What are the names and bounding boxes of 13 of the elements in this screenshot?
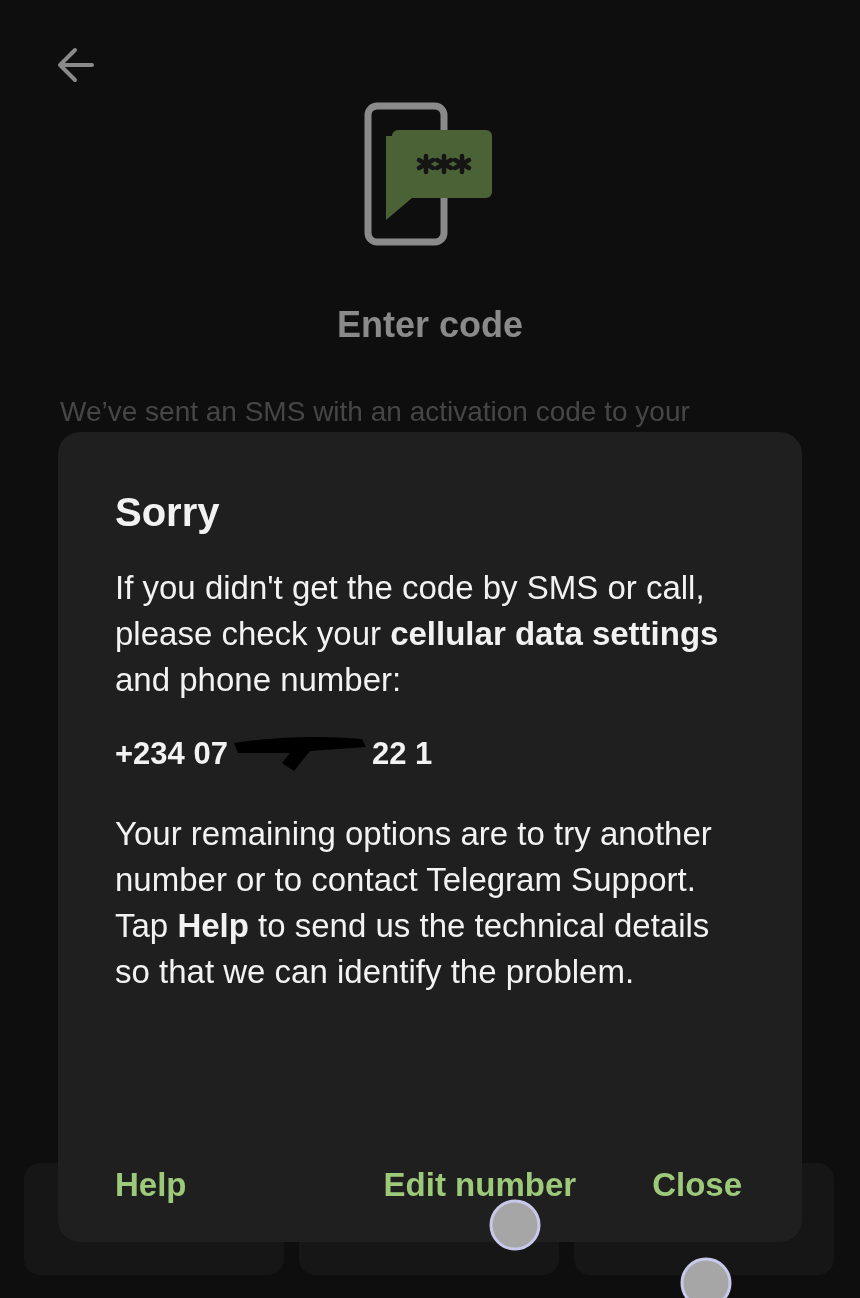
dialog-button[interactable]: Edit number [383,1166,577,1204]
touch-point-icon [679,1256,733,1298]
dialog-title: Sorry [115,490,221,535]
dialog-message: If you didn't get the code by SMS or call, please check your cellular data settings and phone number: [115,568,720,700]
touch-point-icon [488,1198,542,1252]
instruction-text: We’ve sent an SMS with an activation code to your [60,396,690,428]
dialog-button[interactable]: Close [652,1166,742,1204]
dialog-details: Your remaining options are to try another number or to contact Telegram Support. Tap Help to send us the technical details so that we can identify the problem. [115,814,713,992]
phone-number: +234 07 [115,736,228,772]
phone-number: 22 1 [371,736,433,772]
back-arrow-icon[interactable] [56,46,96,84]
screen-title: Enter code [336,304,523,346]
dialog-button[interactable]: Help [115,1166,187,1204]
